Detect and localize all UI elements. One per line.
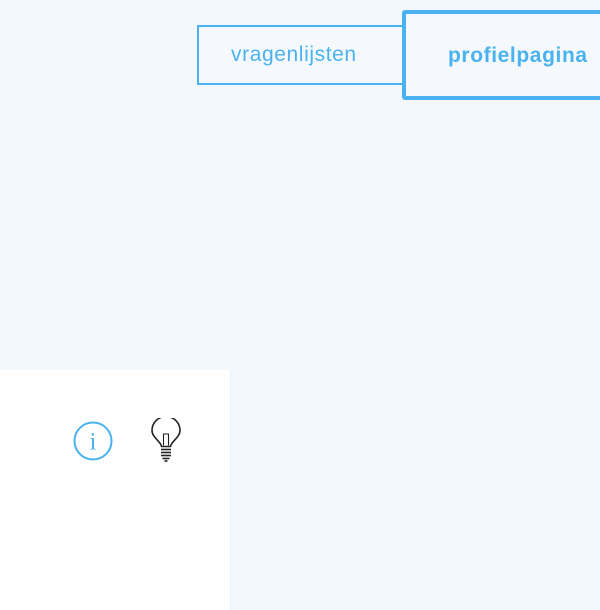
svg-text:i: i [90,429,97,456]
info-icon[interactable]: i [73,421,113,461]
tab-bar: vragenlijsten profielpagina [0,0,600,110]
tab-profile-page-label: profielpagina [448,44,588,67]
content-card [0,370,231,610]
lightbulb-icon[interactable] [148,415,184,464]
tab-profile-page[interactable]: profielpagina [402,10,600,100]
tab-questionnaires-label: vragenlijsten [231,43,357,66]
tab-questionnaires[interactable]: vragenlijsten [197,25,409,85]
